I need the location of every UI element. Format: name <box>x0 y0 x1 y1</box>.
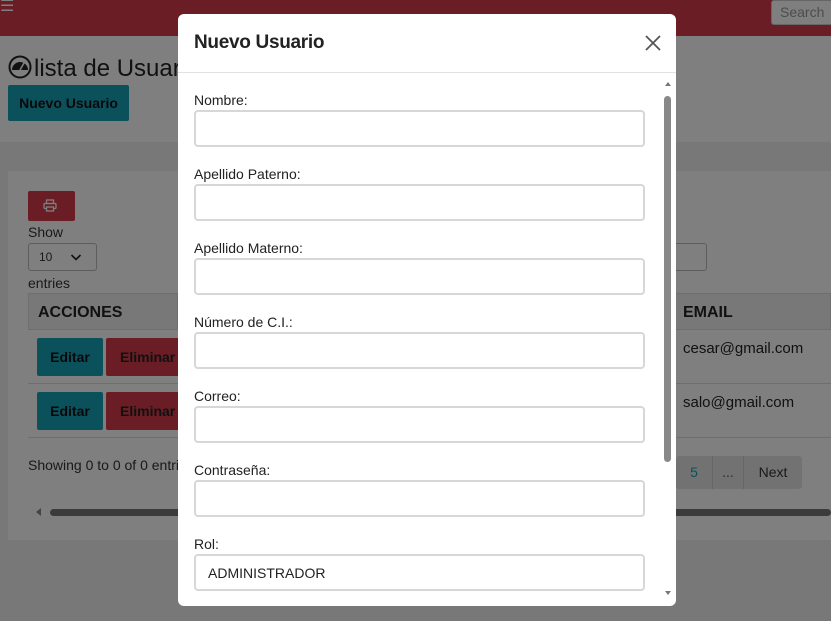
apellido-paterno-label: Apellido Paterno: <box>194 166 301 182</box>
vertical-scrollbar[interactable] <box>664 96 671 462</box>
apellido-materno-input[interactable] <box>194 258 645 295</box>
apellido-paterno-input[interactable] <box>194 184 645 221</box>
rol-label: Rol: <box>194 536 219 552</box>
modal-header: Nuevo Usuario <box>178 14 676 73</box>
close-icon[interactable] <box>644 34 662 52</box>
new-user-modal: Nuevo Usuario Nombre: Apellido Paterno: … <box>178 14 676 606</box>
contrasena-input[interactable] <box>194 480 645 517</box>
ci-number-label: Número de C.I.: <box>194 314 293 330</box>
nombre-input[interactable] <box>194 110 645 147</box>
scroll-down-arrow[interactable] <box>665 591 671 595</box>
contrasena-label: Contraseña: <box>194 462 271 478</box>
correo-input[interactable] <box>194 406 645 443</box>
correo-label: Correo: <box>194 388 241 404</box>
rol-select[interactable]: ADMINISTRADOR <box>194 554 645 591</box>
modal-title: Nuevo Usuario <box>194 32 325 53</box>
nombre-label: Nombre: <box>194 92 248 108</box>
scroll-up-arrow[interactable] <box>665 82 671 86</box>
ci-number-input[interactable] <box>194 332 645 369</box>
apellido-materno-label: Apellido Materno: <box>194 240 303 256</box>
